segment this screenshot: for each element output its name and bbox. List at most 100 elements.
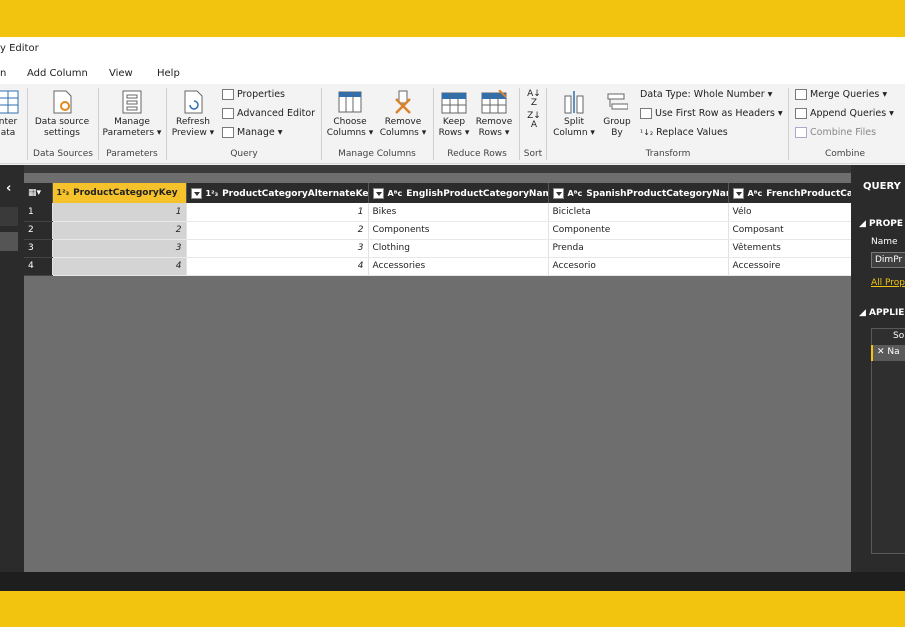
sort-desc-icon: Z↓ A — [527, 111, 541, 130]
status-bar — [0, 572, 905, 591]
menu-add-column[interactable]: Add Column — [27, 68, 88, 79]
column-header-productcategoryalternatekey[interactable]: 1²₃ ProductCategoryAlternateKey — [186, 183, 369, 203]
cell-french-name[interactable]: Vélo — [728, 203, 852, 222]
group-by-button[interactable]: Group By — [600, 90, 634, 139]
cell-alternate-key[interactable]: 2 — [186, 221, 369, 240]
row-number: 2 — [24, 221, 53, 240]
cell-french-name[interactable]: Accessoire — [728, 257, 852, 276]
properties-button[interactable]: Properties — [222, 89, 285, 100]
row-number: 4 — [24, 257, 53, 276]
applied-steps-header[interactable]: ◢ APPLIE — [859, 308, 904, 318]
use-first-row-headers-button[interactable]: Use First Row as Headers ▾ — [640, 108, 783, 119]
menu-bar: n Add Column View Help — [0, 60, 905, 84]
column-header-englishproductcategoryname[interactable]: Aᴮc EnglishProductCategoryName — [368, 183, 549, 203]
cell-french-name[interactable]: Composant — [728, 221, 852, 240]
menu-help[interactable]: Help — [157, 68, 180, 79]
ribbon: nter ata Data source settings Data Sourc… — [0, 84, 905, 164]
data-source-settings-button[interactable]: Data source settings — [32, 90, 92, 139]
group-label-transform: Transform — [645, 149, 691, 159]
group-separator — [98, 88, 99, 160]
replace-icon: ¹↓₂ — [640, 128, 654, 137]
manage-parameters-button[interactable]: Manage Parameters ▾ — [102, 90, 162, 139]
remove-rows-icon — [481, 90, 507, 114]
choose-columns-button[interactable]: Choose Columns ▾ — [325, 90, 375, 139]
query-name-input[interactable]: DimPr — [871, 252, 905, 268]
data-type-dropdown[interactable]: Data Type: Whole Number ▾ — [640, 89, 772, 100]
append-queries-button[interactable]: Append Queries ▾ — [795, 108, 894, 119]
advanced-editor-icon — [222, 108, 234, 119]
sort-descending-button[interactable]: Z↓ A — [526, 112, 542, 130]
table-row[interactable]: 4 4 4 Accessories Accesorio Accessoire — [24, 257, 852, 276]
split-column-button[interactable]: Split Column ▾ — [552, 90, 596, 139]
cell-alternate-key[interactable]: 1 — [186, 203, 369, 222]
cell-spanish-name[interactable]: Componente — [548, 221, 729, 240]
table-row[interactable]: 3 3 3 Clothing Prenda Vêtements — [24, 239, 852, 258]
chevron-left-icon[interactable]: ‹ — [6, 181, 11, 196]
sort-ascending-button[interactable]: A↓ Z — [526, 90, 542, 108]
column-header-frenchproductcategoryname[interactable]: AᴮcFrenchProductCategor — [728, 183, 852, 203]
cell-key[interactable]: 3 — [52, 239, 187, 258]
data-table: ▦▾ 1²₃ ProductCategoryKey 1²₃ ProductCateg… — [24, 183, 852, 276]
replace-values-button[interactable]: ¹↓₂ Replace Values — [640, 127, 728, 138]
cell-alternate-key[interactable]: 4 — [186, 257, 369, 276]
enter-data-button[interactable]: nter ata — [0, 90, 22, 139]
menu-transform[interactable]: n — [0, 68, 6, 79]
cell-french-name[interactable]: Vêtements — [728, 239, 852, 258]
query-settings-pane: QUERY ◢ PROPE Name DimPr All Prop ◢ APPL… — [851, 165, 905, 572]
dropdown-icon[interactable] — [190, 187, 202, 199]
group-label-parameters: Parameters — [106, 149, 158, 159]
headers-icon — [640, 108, 652, 119]
split-column-icon — [564, 91, 584, 114]
choose-columns-icon — [338, 91, 362, 113]
all-properties-link[interactable]: All Prop — [871, 278, 905, 288]
row-number: 1 — [24, 203, 53, 222]
row-number: 3 — [24, 239, 53, 258]
cell-english-name[interactable]: Clothing — [368, 239, 549, 258]
dropdown-icon[interactable] — [552, 187, 564, 199]
query-settings-title: QUERY — [863, 181, 901, 192]
query-item[interactable] — [0, 207, 18, 226]
advanced-editor-button[interactable]: Advanced Editor — [222, 108, 315, 119]
table-row[interactable]: 1 1 1 Bikes Bicicleta Vélo — [24, 203, 852, 222]
query-item-selected[interactable] — [0, 232, 18, 251]
name-label: Name — [871, 237, 898, 247]
keep-rows-button[interactable]: Keep Rows ▾ — [437, 90, 471, 139]
column-header-spanishproductcategoryname[interactable]: Aᴮc SpanishProductCategoryName — [548, 183, 729, 203]
data-grid: ▦▾ 1²₃ ProductCategoryKey 1²₃ ProductCateg… — [24, 165, 852, 572]
cell-english-name[interactable]: Components — [368, 221, 549, 240]
cell-alternate-key[interactable]: 3 — [186, 239, 369, 258]
cell-key[interactable]: 1 — [52, 203, 187, 222]
power-query-editor: y Editor n Add Column View Help nter ata… — [0, 37, 905, 591]
cell-spanish-name[interactable]: Accesorio — [548, 257, 729, 276]
applied-step-source[interactable]: So — [871, 329, 905, 345]
queries-pane: ‹ — [0, 165, 24, 572]
cell-spanish-name[interactable]: Bicicleta — [548, 203, 729, 222]
append-icon — [795, 108, 807, 119]
cell-english-name[interactable]: Accessories — [368, 257, 549, 276]
group-separator — [546, 88, 547, 160]
manage-button[interactable]: Manage ▾ — [222, 127, 283, 138]
menu-view[interactable]: View — [109, 68, 133, 79]
group-separator — [519, 88, 520, 160]
group-separator — [166, 88, 167, 160]
group-separator — [321, 88, 322, 160]
properties-section-header[interactable]: ◢ PROPE — [859, 219, 903, 229]
remove-columns-button[interactable]: Remove Columns ▾ — [377, 90, 429, 139]
table-menu-icon[interactable]: ▦▾ — [24, 183, 53, 203]
data-source-settings-icon — [53, 90, 72, 114]
refresh-preview-button[interactable]: Refresh Preview ▾ — [170, 90, 216, 139]
cell-english-name[interactable]: Bikes — [368, 203, 549, 222]
column-header-productcategorykey[interactable]: 1²₃ ProductCategoryKey — [52, 183, 187, 203]
table-row[interactable]: 2 2 2 Components Componente Composant — [24, 221, 852, 240]
properties-icon — [222, 89, 234, 100]
combine-files-button[interactable]: Combine Files — [795, 127, 876, 138]
merge-queries-button[interactable]: Merge Queries ▾ — [795, 89, 887, 100]
dropdown-icon[interactable] — [372, 187, 384, 199]
group-by-icon — [607, 93, 628, 110]
applied-step-navigation[interactable]: ✕ Na — [871, 345, 905, 361]
dropdown-icon[interactable] — [732, 187, 744, 199]
cell-key[interactable]: 2 — [52, 221, 187, 240]
cell-key[interactable]: 4 — [52, 257, 187, 276]
cell-spanish-name[interactable]: Prenda — [548, 239, 729, 258]
remove-rows-button[interactable]: Remove Rows ▾ — [474, 90, 514, 139]
